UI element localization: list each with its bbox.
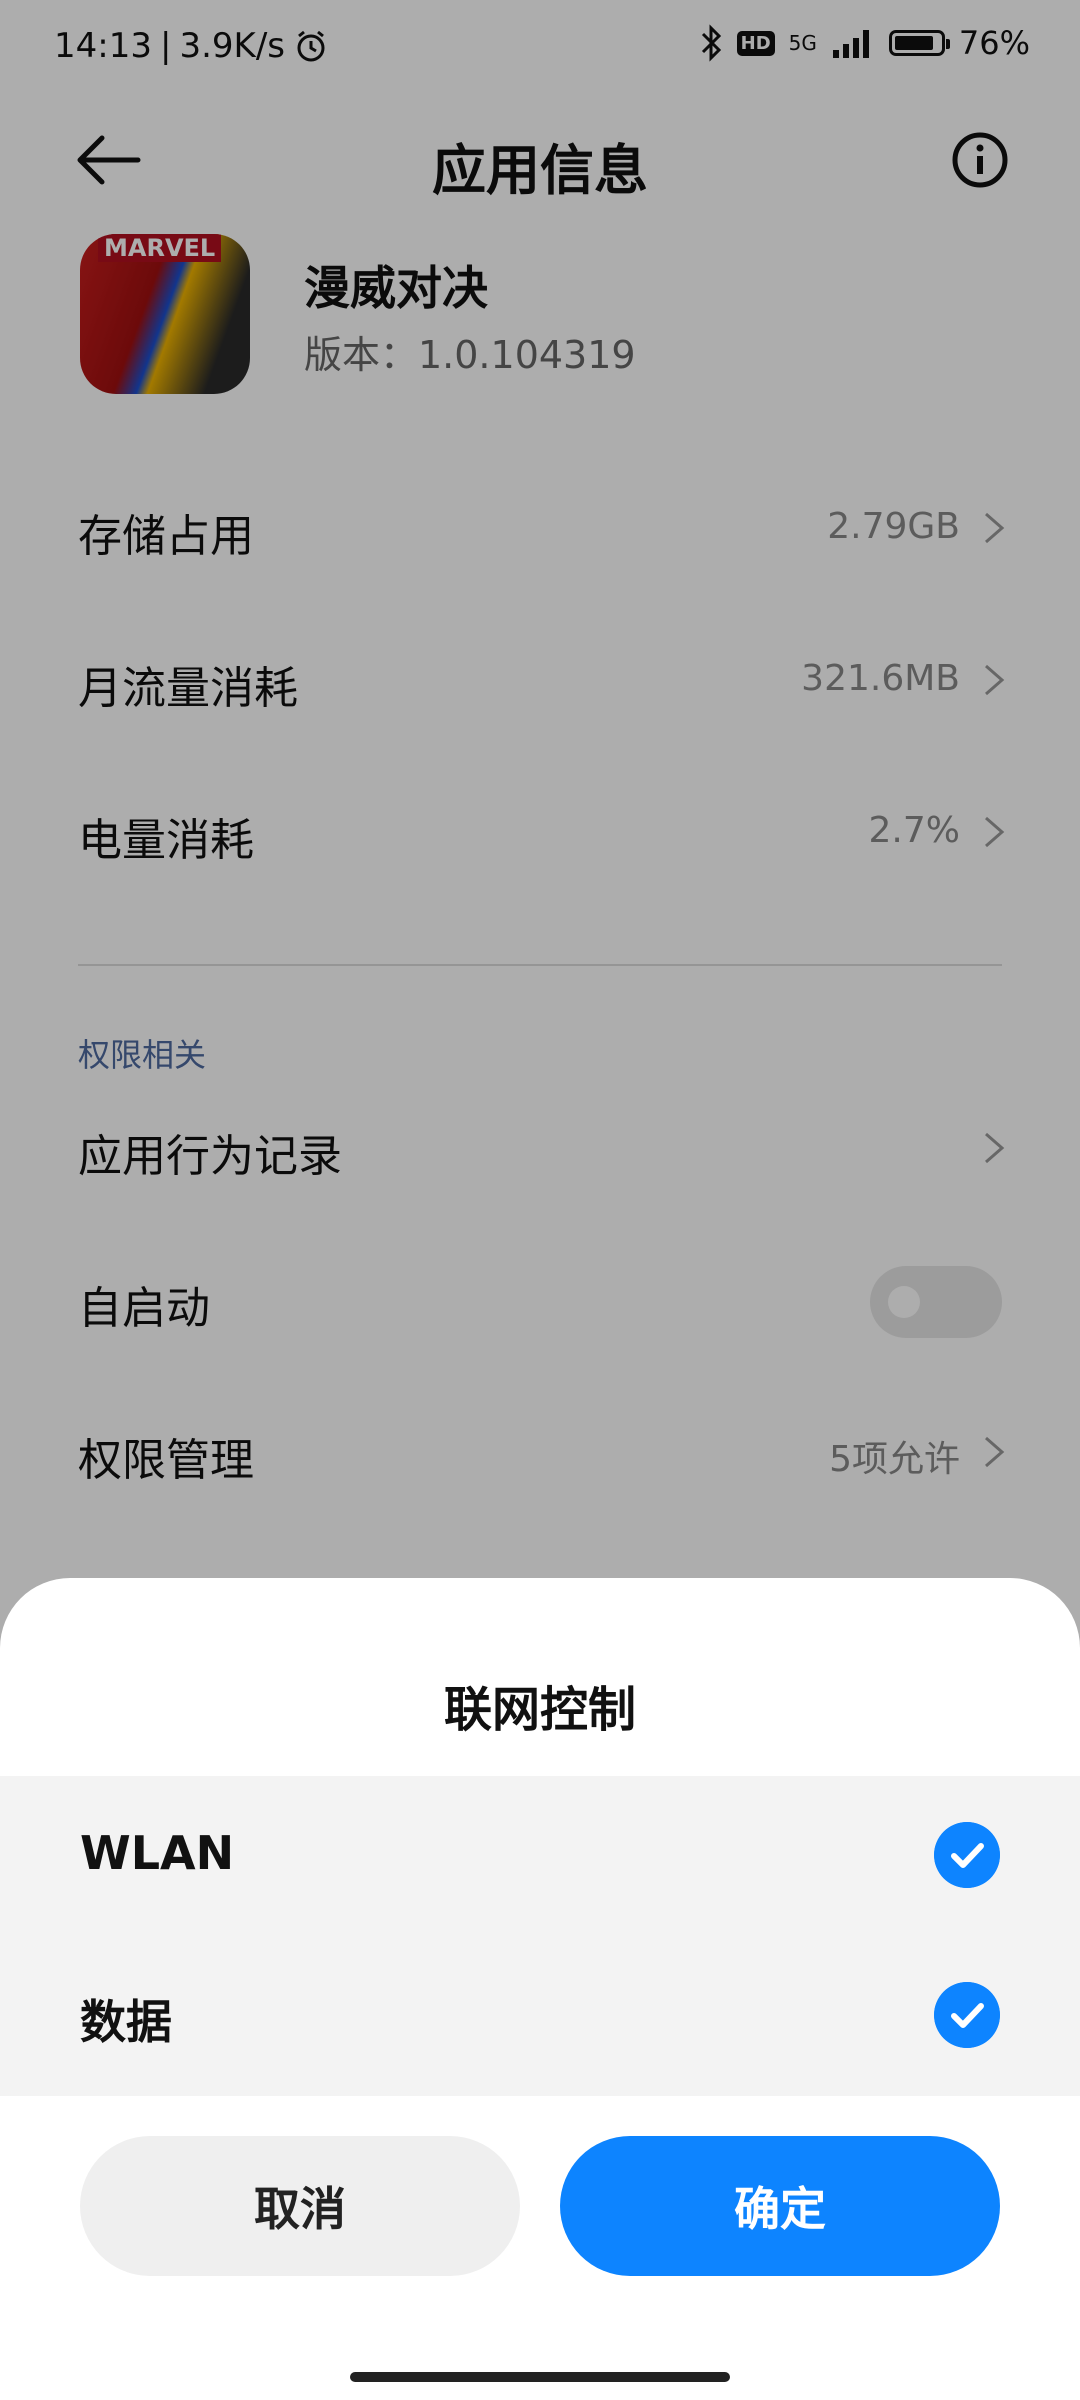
network-control-sheet: 联网控制 WLAN 数据 取消 确定 [0,1578,1080,2400]
options-list: WLAN 数据 [0,1776,1080,2096]
sheet-title: 联网控制 [443,1682,636,1738]
confirm-button[interactable]: 确定 [560,2136,1000,2276]
option-label: WLAN [80,1826,235,1880]
option-wlan[interactable]: WLAN [0,1776,1080,1936]
option-mobile-data[interactable]: 数据 [0,1936,1080,2096]
cancel-button[interactable]: 取消 [80,2136,520,2276]
home-indicator[interactable] [350,2372,730,2382]
checkmark-icon[interactable] [934,1982,1000,2048]
option-label: 数据 [80,1995,172,2049]
checkmark-icon[interactable] [934,1822,1000,1888]
